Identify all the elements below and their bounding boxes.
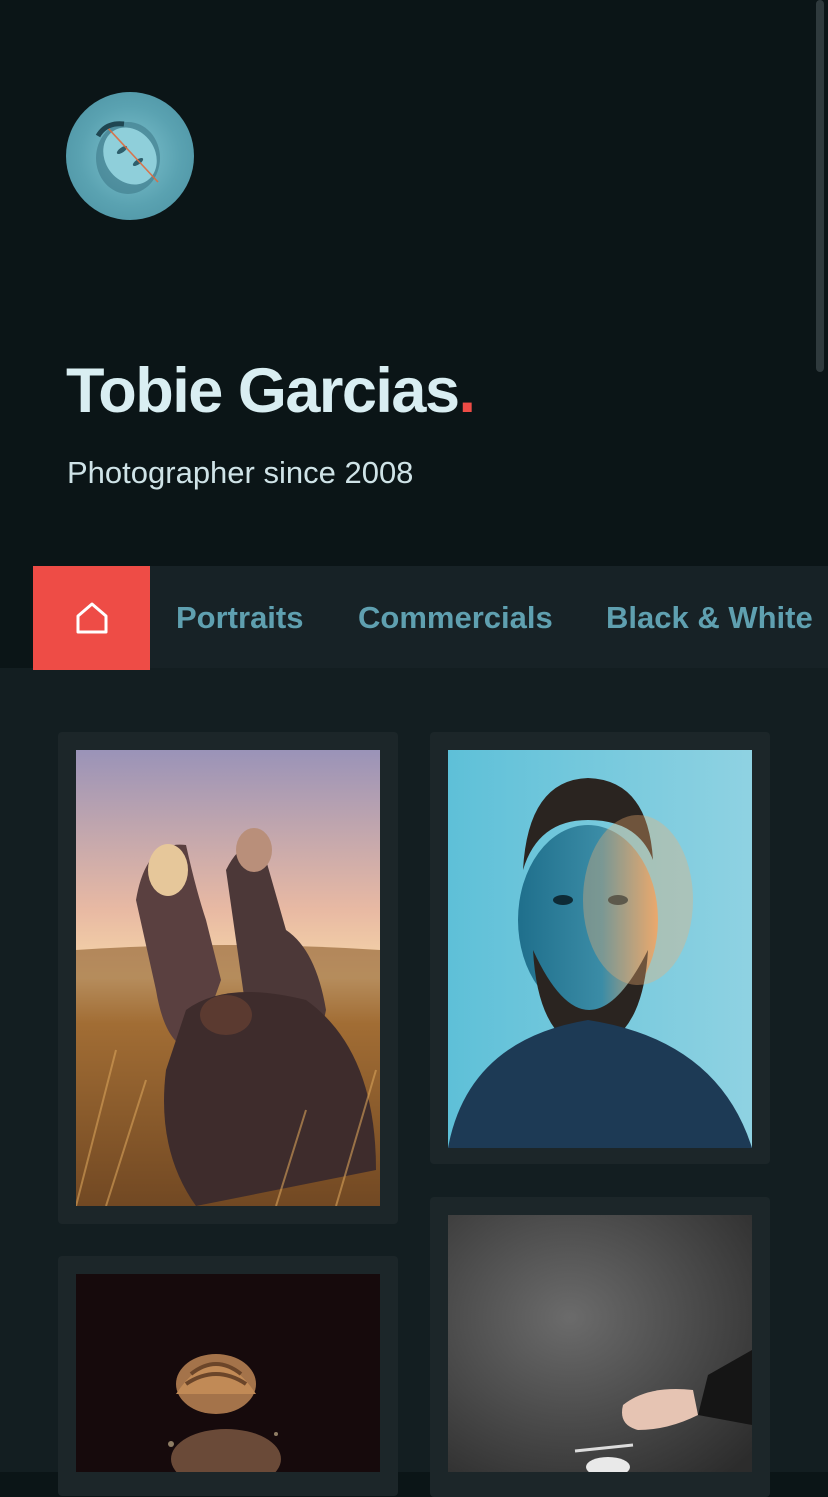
tab-commercials[interactable]: Commercials	[358, 596, 553, 640]
gallery-photo-bearded-man[interactable]	[448, 750, 752, 1148]
name-accent-dot: .	[458, 356, 477, 426]
tab-black-and-white[interactable]: Black & White	[606, 596, 813, 640]
tab-portraits[interactable]: Portraits	[176, 596, 303, 640]
gallery-photo-hand-cup[interactable]	[448, 1215, 752, 1472]
home-icon	[76, 602, 107, 634]
gallery-photo-braided-hair[interactable]	[76, 1274, 380, 1472]
avatar	[66, 92, 194, 220]
page-scrollbar[interactable]	[816, 0, 824, 372]
tagline: Photographer since 2008	[67, 455, 414, 490]
name-text: Tobie Garcias	[66, 356, 460, 426]
avatar-portrait-image	[95, 121, 160, 194]
gallery-photo-dancers[interactable]	[76, 750, 380, 1206]
tab-home[interactable]	[33, 566, 150, 670]
photographer-name: Tobie Garcias.	[66, 355, 477, 427]
